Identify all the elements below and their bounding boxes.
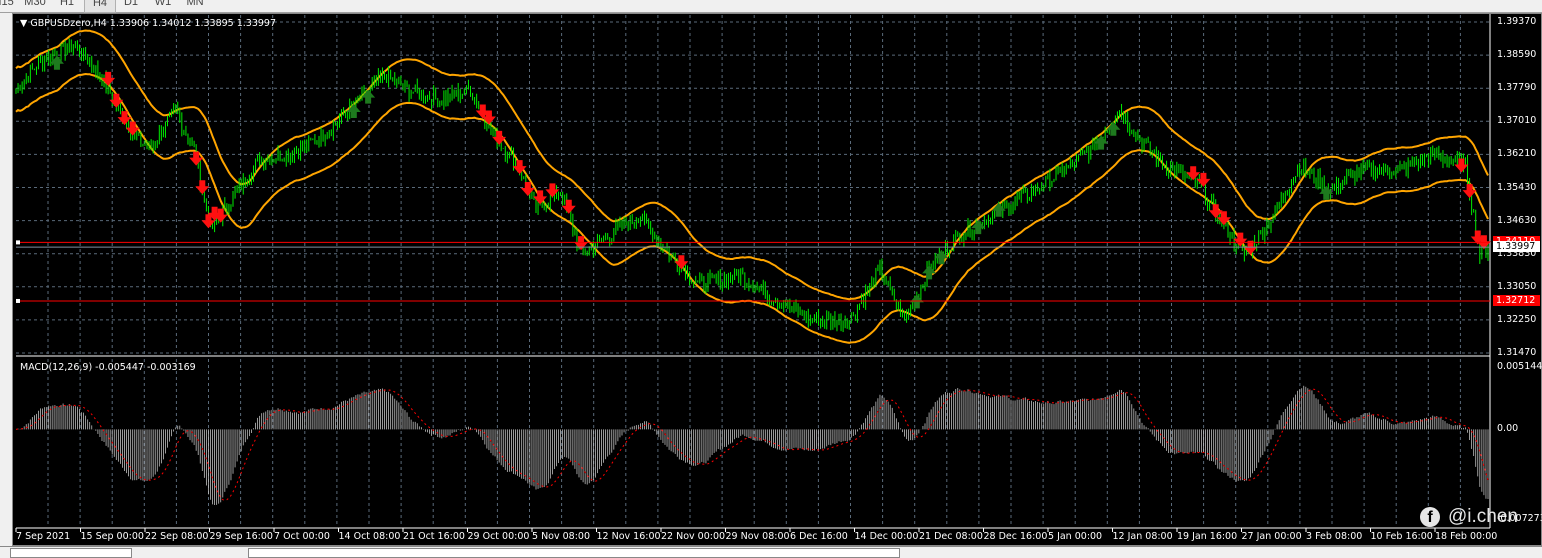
price-label: 1.37010 [1497,115,1537,127]
chart-tab[interactable] [248,548,900,558]
time-label: 28 Dec 16:00 [983,531,1048,542]
down-arrow-icon [109,93,124,108]
time-label: 14 Dec 00:00 [854,531,919,542]
down-arrow-icon [125,121,140,136]
chart-canvas[interactable] [0,0,1542,554]
up-arrow-icon [991,202,1006,217]
price-label: 1.35430 [1497,181,1537,193]
lower-band-line [15,72,1489,344]
time-label: 29 Nov 08:00 [725,531,790,542]
price-label: 1.34630 [1497,214,1537,226]
up-arrow-icon [361,89,376,104]
time-label: 22 Sep 08:00 [145,531,209,542]
macd-axis-label: 0.005144 [1497,361,1542,372]
chart-tab[interactable] [10,548,132,558]
time-label: 15 Sep 00:00 [80,531,144,542]
down-arrow-icon [492,130,507,145]
time-label: 18 Feb 00:00 [1435,531,1498,542]
time-label: 19 Jan 16:00 [1177,531,1238,542]
down-arrow-icon [561,199,576,214]
time-label: 21 Dec 08:00 [919,531,983,542]
price-label: 1.39370 [1497,16,1537,27]
symbol-quote: GBPUSDzero,H4 1.33906 1.34012 1.33895 1.… [30,18,277,29]
down-arrow-icon [545,183,560,198]
down-arrow-icon [1196,172,1211,187]
facebook-icon: f [1420,507,1440,527]
macd-axis-label: 0.00 [1497,423,1519,434]
upper-band-line [15,29,1489,301]
time-label: 14 Oct 08:00 [338,531,401,542]
time-label: 22 Nov 00:00 [661,531,726,542]
up-arrow-icon [934,250,949,265]
watermark-text: @i.chen [1448,506,1518,527]
time-label: 12 Jan 08:00 [1112,531,1173,542]
price-tag: 1.32712 [1493,294,1540,306]
time-label: 27 Jan 00:00 [1241,531,1302,542]
price-tag: 1.33997 [1493,241,1540,253]
down-arrow-icon [674,255,689,270]
down-arrow-icon [101,71,116,86]
time-label: 29 Sep 16:00 [209,531,273,542]
time-label: 7 Sep 2021 [16,531,71,542]
down-arrow-icon [1454,158,1469,173]
time-label: 21 Oct 16:00 [403,531,465,542]
price-label: 1.32250 [1497,313,1537,325]
time-label: 5 Nov 08:00 [532,531,591,542]
up-arrow-icon [49,55,64,70]
price-label: 1.38590 [1497,49,1537,61]
up-arrow-icon [346,103,361,118]
down-arrow-icon [195,180,210,195]
chart-title: ▼ GBPUSDzero,H4 1.33906 1.34012 1.33895 … [20,18,276,29]
macd-label: MACD(12,26,9) -0.005447 -0.003169 [20,362,196,373]
time-label: 29 Oct 00:00 [467,531,530,542]
time-label: 5 Jan 00:00 [1048,531,1103,542]
up-arrow-icon [1106,121,1121,136]
watermark: f @i.chen [1420,506,1518,528]
price-label: 1.33050 [1497,280,1537,292]
time-label: 3 Feb 08:00 [1306,531,1363,542]
level-handle [16,240,20,245]
time-label: 6 Dec 16:00 [790,531,848,542]
down-arrow-icon [1186,166,1201,181]
time-label: 7 Oct 00:00 [274,531,330,542]
down-arrow-icon [1208,204,1223,219]
time-label: 12 Nov 16:00 [596,531,661,542]
price-label: 1.37790 [1497,82,1537,94]
time-label: 10 Feb 16:00 [1370,531,1433,542]
collapse-triangle-icon[interactable]: ▼ [20,18,30,29]
level-handle [16,298,20,303]
down-arrow-icon [189,151,204,166]
price-label: 1.31470 [1497,347,1537,358]
price-label: 1.36210 [1497,148,1537,160]
down-arrow-icon [1462,184,1477,199]
